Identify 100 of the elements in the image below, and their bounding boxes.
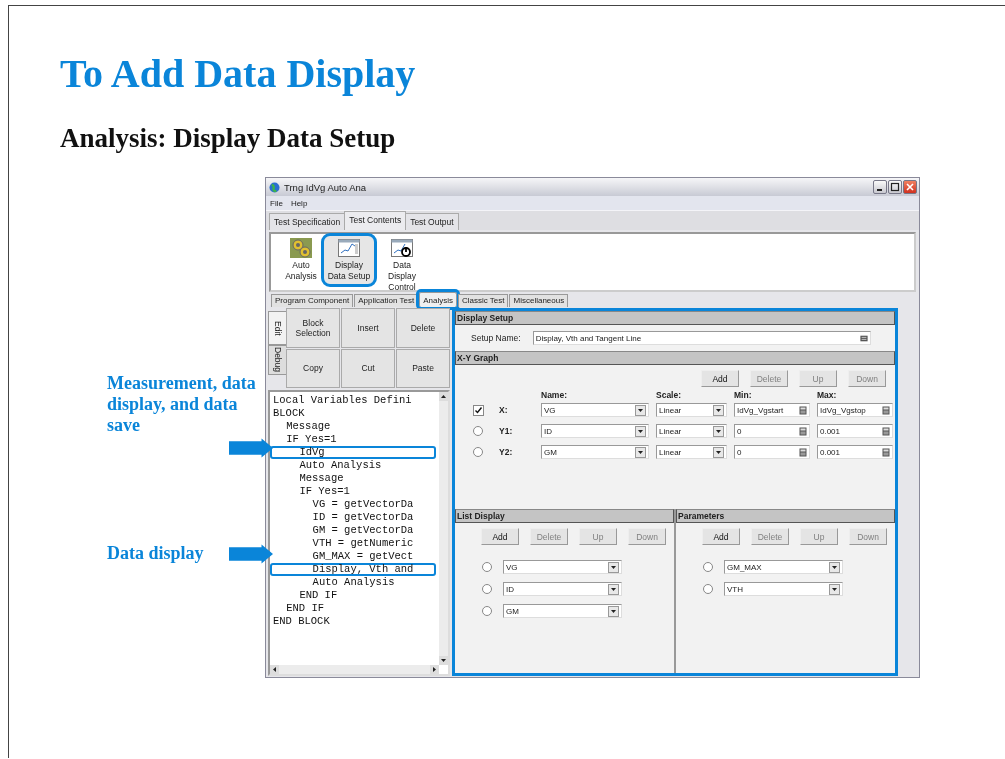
toolbar-button[interactable]: Display Data Setup [324,236,374,284]
callout-text: Data display [107,543,204,564]
scale-dropdown[interactable]: Linear [656,445,727,459]
code-line[interactable]: END IF [270,602,436,615]
variable-dropdown[interactable]: GM [503,604,622,618]
calculator-icon[interactable] [799,426,807,436]
radio-button[interactable] [703,562,713,572]
chart-icon [338,238,360,258]
max-field[interactable]: 0.001 [817,424,893,438]
min-field[interactable]: 0 [734,445,810,459]
code-line[interactable]: GM_MAX = getVect [270,550,436,563]
radio-button[interactable] [473,426,483,436]
panel-button[interactable]: Add [702,528,740,545]
side-tab[interactable]: Edit [268,311,286,345]
code-line[interactable]: Display, Vth and [270,563,436,576]
axis-label: Y1: [499,426,514,436]
menu-item[interactable]: File [270,198,283,208]
scale-dropdown[interactable]: Linear [656,424,727,438]
menu-item[interactable]: Help [290,198,308,208]
column-header: Scale: [656,390,683,400]
window-title: Trng IdVg Auto Ana [284,181,368,193]
code-line[interactable]: IF Yes=1 [270,485,436,498]
tab[interactable]: Miscellaneous [509,294,569,307]
radio-button[interactable] [473,447,483,457]
min-field[interactable]: IdVg_Vgstart [734,403,810,417]
name-dropdown[interactable]: GM [541,445,649,459]
radio-button[interactable] [703,584,713,594]
globe-icon [269,181,280,193]
column-header: Max: [817,390,838,400]
setup-name-field[interactable]: Display, Vth and Tangent Line [532,331,871,345]
callout-text: Measurement, data display, and data save [107,373,257,436]
gears-icon [290,238,312,258]
section-header: Display Setup [455,311,895,325]
checkbox[interactable] [472,404,484,416]
variable-dropdown[interactable]: GM_MAX [724,560,843,574]
keyboard-icon[interactable] [859,333,868,343]
code-line[interactable]: VG = getVectorDa [270,498,436,511]
code-line[interactable]: VTH = getNumeric [270,537,436,550]
calculator-icon[interactable] [799,405,807,415]
axis-label: Y2: [499,447,514,457]
code-line[interactable]: Auto Analysis [270,576,436,589]
slide-title: To Add Data Display [59,50,417,98]
side-tab[interactable]: Debug [268,345,286,375]
calculator-icon[interactable] [882,426,890,436]
code-line[interactable]: Auto Analysis [270,459,436,472]
variable-dropdown[interactable]: ID [503,582,622,596]
radio-button[interactable] [482,584,492,594]
column-header: Name: [541,390,568,400]
radio-button[interactable] [482,606,492,616]
max-field[interactable]: IdVg_Vgstop [817,403,893,417]
tab[interactable]: Test Output [405,213,459,230]
panel-button[interactable]: Add [701,370,739,387]
edit-button[interactable]: Insert [341,308,395,348]
edit-button[interactable]: Paste [396,348,450,388]
scroll-up-icon[interactable] [439,392,448,401]
calculator-icon[interactable] [882,405,890,415]
tab[interactable]: Program Component [271,294,354,307]
variable-dropdown[interactable]: VG [503,560,622,574]
code-line[interactable]: END IF [270,589,436,602]
section-header: X-Y Graph [455,351,895,365]
code-line[interactable]: Message [270,472,436,485]
edit-button[interactable]: Copy [286,348,340,388]
tab[interactable]: Classic Test [457,294,509,307]
code-line[interactable]: Local Variables Defini [270,394,436,407]
callout-arrow [229,544,273,564]
scroll-down-icon[interactable] [439,656,448,665]
tab[interactable]: Test Contents [344,211,407,230]
toolbar-button[interactable]: Auto Analysis [281,236,321,284]
panel-button[interactable]: Add [481,528,519,545]
field-label: Setup Name: [471,333,521,343]
min-field[interactable]: 0 [734,424,810,438]
code-line[interactable]: END BLOCK [270,615,436,628]
code-line[interactable]: Message [270,420,436,433]
horizontal-scrollbar[interactable] [270,665,439,674]
code-line[interactable]: IF Yes=1 [270,433,436,446]
name-dropdown[interactable]: VG [541,403,649,417]
callout-arrow [229,438,273,458]
scroll-right-icon[interactable] [430,665,439,674]
variable-dropdown[interactable]: VTH [724,582,843,596]
column-header: Min: [734,390,753,400]
section-header: Parameters [676,509,895,523]
calculator-icon[interactable] [882,447,890,457]
scroll-left-icon[interactable] [270,665,279,674]
vertical-scrollbar[interactable] [439,392,448,665]
tab[interactable]: Analysis [419,292,457,307]
tab[interactable]: Test Specification [269,213,346,230]
radio-button[interactable] [482,562,492,572]
code-line[interactable]: ID = getVectorDa [270,511,436,524]
section-header: List Display [455,509,674,523]
name-dropdown[interactable]: ID [541,424,649,438]
tab[interactable]: Application Test [354,294,419,307]
edit-button[interactable]: Delete [396,308,450,348]
code-line[interactable]: BLOCK [270,407,436,420]
calculator-icon[interactable] [799,447,807,457]
max-field[interactable]: 0.001 [817,445,893,459]
code-line[interactable]: IdVg [270,446,436,459]
edit-button[interactable]: Cut [341,348,395,388]
code-line[interactable]: GM = getVectorDa [270,524,436,537]
edit-button[interactable]: Block Selection [286,308,340,348]
scale-dropdown[interactable]: Linear [656,403,727,417]
